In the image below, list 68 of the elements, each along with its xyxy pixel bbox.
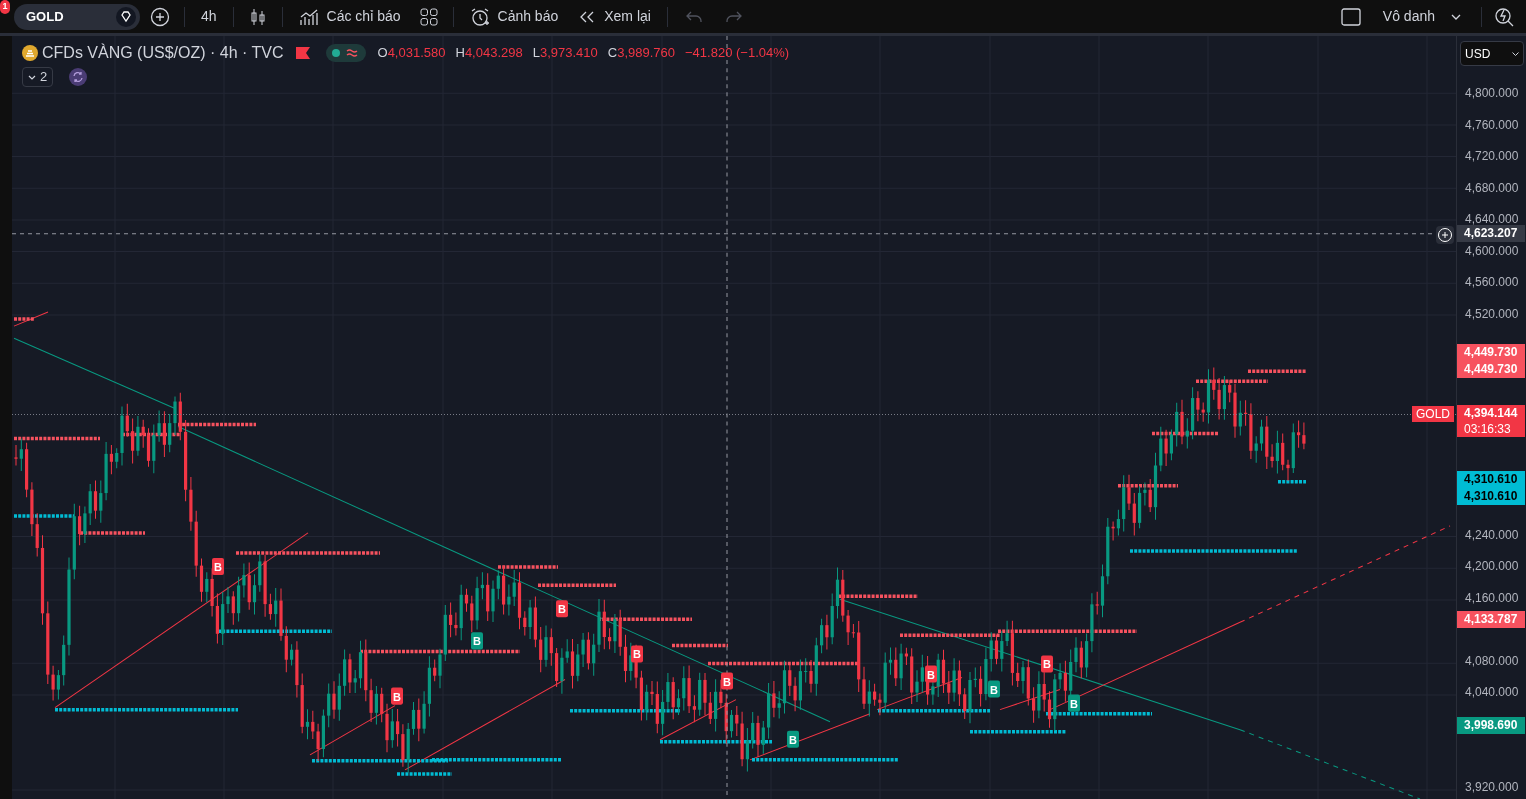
signal-marker: B <box>471 632 483 650</box>
flag-icon <box>295 47 310 59</box>
studies-toggle[interactable]: 2 <box>22 67 54 87</box>
signal-marker: B <box>631 645 643 663</box>
price-tag: 4,623.207 <box>1457 225 1525 242</box>
symbol-price-label: GOLD <box>1412 406 1454 422</box>
plus-icon <box>150 6 170 27</box>
wave-icon <box>345 48 358 58</box>
price-tag: 4,449.730 <box>1457 361 1525 378</box>
search-icon <box>1494 6 1514 27</box>
signal-marker: B <box>988 680 1000 698</box>
square-icon <box>1340 7 1361 26</box>
refresh-icon <box>69 68 88 86</box>
price-axis-label: 4,720.000 <box>1465 149 1519 164</box>
price-axis-label: 4,800.000 <box>1465 86 1519 100</box>
price-axis-label: 4,200.000 <box>1465 559 1519 574</box>
ohlc-label: O <box>377 44 388 63</box>
ohlc-value: 3,989.760 <box>617 44 676 63</box>
symbol-search[interactable]: GOLD <box>14 3 140 30</box>
chevron-down-icon <box>28 74 36 80</box>
price-tag: 4,394.144 03:16:33 <box>1457 405 1525 437</box>
ohlc-label: H <box>455 44 465 63</box>
ohlc-value: 4,043.298 <box>464 44 523 63</box>
plus-icon <box>1437 227 1453 243</box>
add-alert-button[interactable] <box>1436 226 1454 244</box>
indicators-button[interactable]: Các chỉ báo <box>290 2 409 31</box>
price-tag: 3,998.690 <box>1457 717 1525 734</box>
layout-name-dropdown[interactable]: Vô danh <box>1370 2 1473 31</box>
price-axis-label: 3,920.000 <box>1465 779 1519 794</box>
signal-marker: B <box>721 672 733 690</box>
chevron-down-icon <box>1451 13 1461 20</box>
price-axis-label: 4,640.000 <box>1465 212 1519 227</box>
signal-marker: B <box>391 687 403 705</box>
price-axis-label: 4,240.000 <box>1465 527 1519 542</box>
price-axis-label: 4,040.000 <box>1465 685 1519 700</box>
price-axis-label: 4,520.000 <box>1465 306 1519 321</box>
currency-dropdown[interactable]: USD <box>1460 41 1524 66</box>
replay-button[interactable]: Xem lại <box>570 2 659 31</box>
candlestick-icon <box>248 6 267 27</box>
price-change: −41.820 (−1.04%) <box>685 44 790 63</box>
notification-badge: 1 <box>0 0 10 14</box>
price-axis-label: 4,080.000 <box>1465 653 1519 668</box>
chevron-down-icon <box>1512 51 1519 56</box>
price-tag: 4,133.787 <box>1457 611 1525 628</box>
price-tag: 4,310.610 <box>1457 471 1525 488</box>
symbol-title: CFDs VÀNG (US$/OZ) · 4h · TVC <box>42 42 284 63</box>
ohlc-value: 4,031.580 <box>387 44 446 63</box>
ohlc-value: 3,973.410 <box>539 44 598 63</box>
price-axis-label: 4,600.000 <box>1465 243 1519 258</box>
price-tag: 4,449.730 <box>1457 344 1525 361</box>
signal-marker: B <box>556 600 568 618</box>
signal-marker: B <box>1041 655 1053 673</box>
price-axis-label: 4,680.000 <box>1465 180 1519 195</box>
ohlc-label: L <box>532 44 540 63</box>
alerts-button[interactable]: Cảnh báo <box>461 2 567 31</box>
bar-chart-icon <box>298 7 319 26</box>
signal-marker: B <box>212 558 224 576</box>
price-tag: 4,310.610 <box>1457 488 1525 505</box>
alarm-clock-icon <box>469 6 490 27</box>
signal-marker: B <box>787 730 799 748</box>
interval-button[interactable]: 4h <box>193 2 225 31</box>
price-axis-label: 4,160.000 <box>1465 590 1519 605</box>
coin-icon <box>22 45 38 61</box>
grid-icon <box>419 7 438 26</box>
ohlc-label: C <box>607 44 618 63</box>
price-axis-label: 4,760.000 <box>1465 117 1519 132</box>
signal-marker: B <box>925 665 937 683</box>
price-axis-label: 4,560.000 <box>1465 275 1519 290</box>
